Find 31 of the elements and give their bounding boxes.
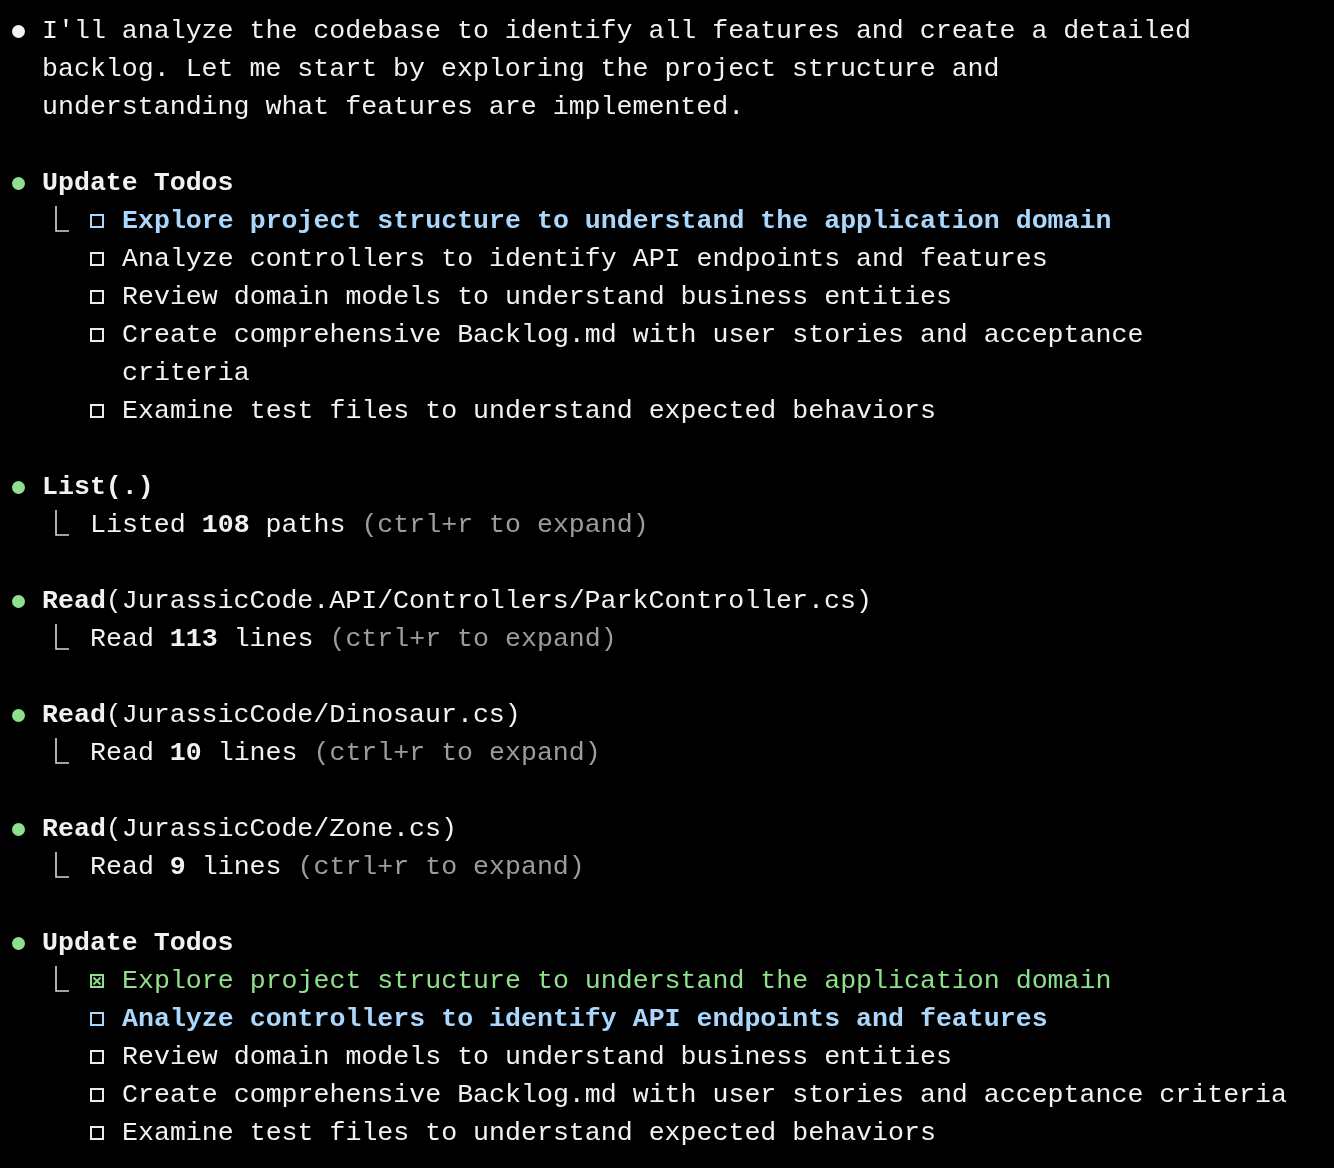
tree-corner-icon: [55, 852, 69, 878]
assistant-message: I'll analyze the codebase to identify all features and create a detailed backlog. Let me start by exploring the project structure and understanding what features are implemented.: [42, 15, 1193, 124]
tree-corner-icon: [55, 966, 69, 992]
expand-hint: (ctrl+r to expand): [313, 737, 601, 770]
tool-result: Listed 108 paths: [90, 509, 346, 542]
todo-item: Examine test files to understand expected behaviors: [122, 1117, 936, 1150]
expand-hint: (ctrl+r to expand): [297, 851, 585, 884]
tool-call: List(.): [42, 471, 154, 504]
tree-corner-icon: [55, 738, 69, 764]
expand-hint: (ctrl+r to expand): [329, 623, 617, 656]
todo-item: Explore project structure to understand the application domain: [122, 965, 1112, 998]
section-title: Update Todos: [42, 927, 234, 960]
todo-item: Examine test files to understand expected behaviors: [122, 395, 936, 428]
expand-hint: (ctrl+r to expand): [361, 509, 649, 542]
tool-call: Read(JurassicCode/Dinosaur.cs): [42, 699, 521, 732]
tree-corner-icon: [55, 624, 69, 650]
todo-item: Create comprehensive Backlog.md with user stories and acceptance criteria: [122, 319, 1145, 390]
tool-result: Read 113 lines: [90, 623, 314, 656]
todo-item: Review domain models to understand business entities: [122, 281, 952, 314]
todo-item: Create comprehensive Backlog.md with user stories and acceptance criteria: [122, 1079, 1287, 1112]
tree-corner-icon: [55, 206, 69, 232]
tool-call: Read(JurassicCode/Zone.cs): [42, 813, 457, 846]
tool-result: Read 10 lines: [90, 737, 298, 770]
section-title: Update Todos: [42, 167, 234, 200]
todo-item: Analyze controllers to identify API endpoints and features: [122, 243, 1048, 276]
todo-item: Review domain models to understand business entities: [122, 1041, 952, 1074]
todo-item: Analyze controllers to identify API endpoints and features: [122, 1003, 1048, 1036]
tool-result: Read 9 lines: [90, 851, 282, 884]
todo-item: Explore project structure to understand the application domain: [122, 205, 1112, 238]
tool-call: Read(JurassicCode.API/Controllers/ParkController.cs): [42, 585, 872, 618]
tree-corner-icon: [55, 510, 69, 536]
